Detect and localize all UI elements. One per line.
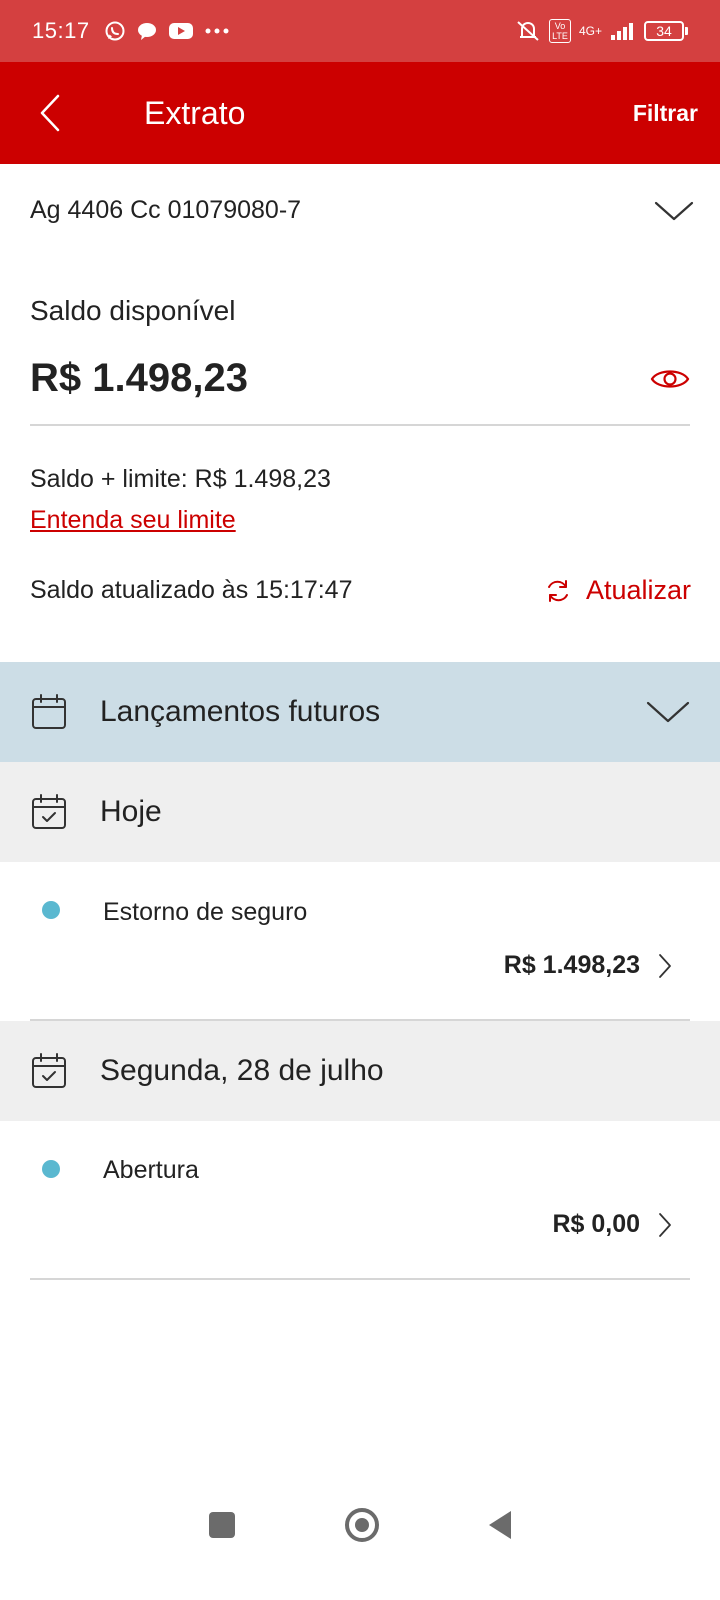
limit-text: Saldo + limite: R$ 1.498,23 (30, 465, 331, 493)
transaction-description: Estorno de seguro (103, 898, 308, 926)
transaction-dot (42, 901, 60, 919)
calendar-check-icon (32, 794, 66, 829)
more-dots-icon (205, 28, 229, 34)
battery-icon: 34 (644, 21, 688, 41)
recents-button[interactable] (209, 1512, 235, 1538)
transaction-dot (42, 1160, 60, 1178)
limit-link[interactable]: Entenda seu limite (30, 506, 236, 535)
transaction-amount-row: R$ 0,00 (552, 1210, 672, 1239)
chevron-down-icon (646, 701, 690, 723)
transaction-amount: R$ 0,00 (552, 1210, 640, 1238)
transaction-amount-row: R$ 1.498,23 (504, 951, 672, 980)
account-label: Ag 4406 Cc 01079080-7 (30, 196, 302, 224)
refresh-label: Atualizar (585, 575, 691, 605)
home-button[interactable] (345, 1508, 379, 1542)
page-title: Extrato (144, 94, 246, 131)
youtube-icon (168, 23, 193, 39)
day-label: Segunda, 28 de julho (100, 1054, 384, 1087)
updated-row: Saldo atualizado às 15:17:47 Atualizar (30, 575, 691, 606)
transaction-amount: R$ 1.498,23 (503, 951, 640, 979)
day-header: Hoje (0, 762, 720, 862)
whatsapp-icon (105, 21, 125, 41)
account-selector[interactable]: Ag 4406 Cc 01079080-7 (30, 196, 694, 225)
chevron-right-icon (659, 953, 671, 978)
eye-icon[interactable] (650, 366, 690, 392)
network-type: 4G+ (578, 24, 602, 38)
chevron-left-icon (40, 94, 60, 132)
future-entries-label: Lançamentos futuros (100, 695, 381, 728)
status-bar: 15:17 Vo LTE 4G+ 34 (0, 0, 720, 62)
refresh-icon (547, 579, 568, 602)
chevron-right-icon (659, 1212, 671, 1237)
system-back-button[interactable] (489, 1511, 511, 1539)
balance-value: R$ 1.498,23 (30, 356, 248, 400)
app-bar: Extrato Filtrar (0, 62, 720, 164)
transaction-description: Abertura (103, 1156, 199, 1184)
chat-icon (137, 23, 156, 40)
calendar-check-icon (32, 1053, 66, 1088)
status-time: 15:17 (32, 18, 90, 43)
volte-icon: Vo LTE (548, 19, 571, 43)
chevron-down-icon (654, 201, 694, 220)
filter-button[interactable]: Filtrar (633, 100, 698, 127)
calendar-icon (32, 694, 66, 729)
signal-icon (611, 23, 633, 40)
future-entries-toggle[interactable]: Lançamentos futuros (0, 662, 720, 762)
divider (30, 424, 690, 426)
balance-label: Saldo disponível (30, 295, 236, 326)
battery-level: 34 (644, 21, 684, 41)
system-nav-bar (0, 1490, 720, 1560)
updated-text: Saldo atualizado às 15:17:47 (30, 576, 353, 604)
back-button[interactable] (0, 62, 100, 164)
mute-icon (517, 21, 539, 41)
day-header: Segunda, 28 de julho (0, 1021, 720, 1121)
day-label: Hoje (100, 795, 162, 828)
balance-row: R$ 1.498,23 (30, 356, 690, 401)
refresh-button[interactable]: Atualizar (544, 575, 691, 606)
divider (30, 1278, 690, 1280)
